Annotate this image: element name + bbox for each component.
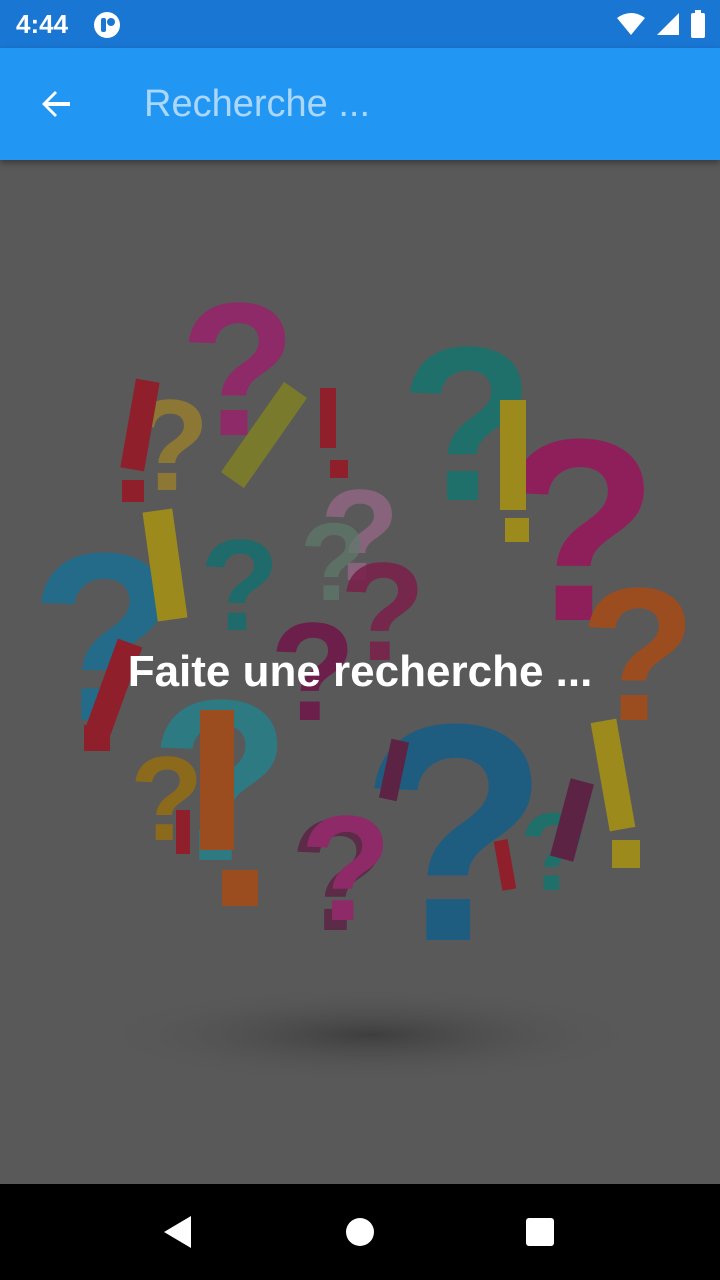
- status-time: 4:44: [16, 9, 69, 39]
- nav-home-icon: [346, 1218, 374, 1246]
- status-bar: 4:44: [0, 0, 720, 48]
- nav-recents-icon: [526, 1218, 554, 1246]
- status-icons: [616, 10, 706, 38]
- back-button[interactable]: [28, 76, 84, 132]
- nav-back-icon: [164, 1216, 191, 1248]
- app-notification-icon: [94, 12, 120, 38]
- nav-home-button[interactable]: [334, 1206, 386, 1258]
- main-content: ? ? ? ? ? ? ? ? ? ? ? ? ? ? ? ? ?: [0, 160, 720, 1184]
- app-bar: [0, 48, 720, 160]
- battery-icon: [691, 10, 705, 38]
- system-navigation-bar: [0, 1184, 720, 1280]
- nav-recents-button[interactable]: [514, 1206, 566, 1258]
- empty-state-message: Faite une recherche ...: [127, 647, 593, 696]
- wifi-icon: [617, 13, 645, 35]
- nav-back-button[interactable]: [152, 1206, 204, 1258]
- arrow-back-icon: [42, 91, 70, 117]
- search-input[interactable]: [144, 76, 684, 132]
- cellular-signal-icon: [657, 13, 679, 35]
